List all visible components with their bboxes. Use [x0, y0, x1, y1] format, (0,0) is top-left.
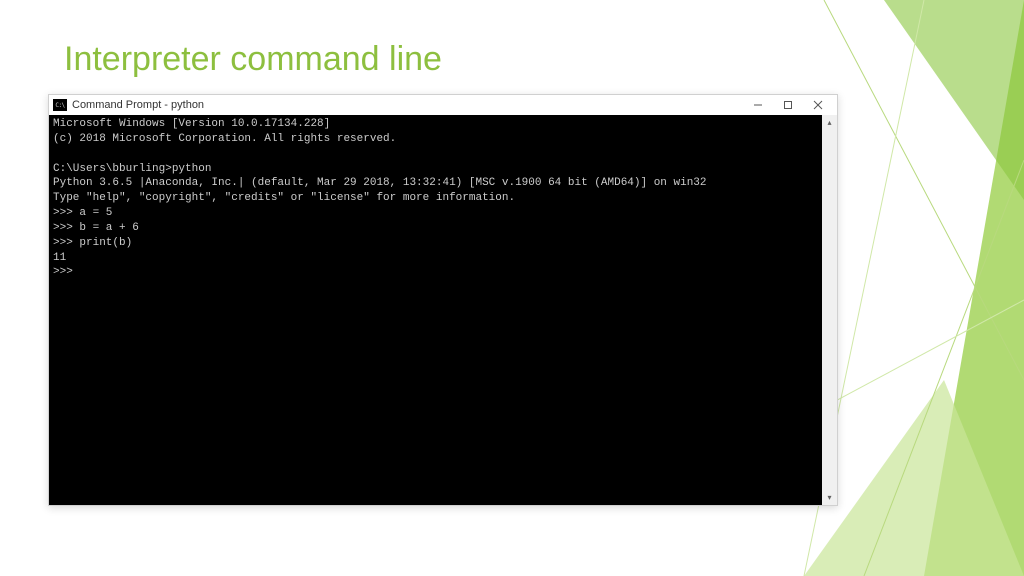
window-title: Command Prompt - python: [72, 99, 743, 111]
close-button[interactable]: [803, 95, 833, 115]
window-titlebar: C:\ Command Prompt - python: [49, 95, 837, 115]
maximize-button[interactable]: [773, 95, 803, 115]
scroll-up-arrow[interactable]: ▴: [822, 115, 837, 130]
minimize-button[interactable]: [743, 95, 773, 115]
scroll-down-arrow[interactable]: ▾: [822, 490, 837, 505]
command-prompt-window: C:\ Command Prompt - python Microsoft Wi…: [48, 94, 838, 506]
console-output[interactable]: Microsoft Windows [Version 10.0.17134.22…: [49, 115, 822, 505]
scroll-track[interactable]: [822, 130, 837, 490]
slide-title: Interpreter command line: [64, 40, 442, 79]
command-prompt-icon: C:\: [53, 99, 67, 111]
scrollbar[interactable]: ▴ ▾: [822, 115, 837, 505]
